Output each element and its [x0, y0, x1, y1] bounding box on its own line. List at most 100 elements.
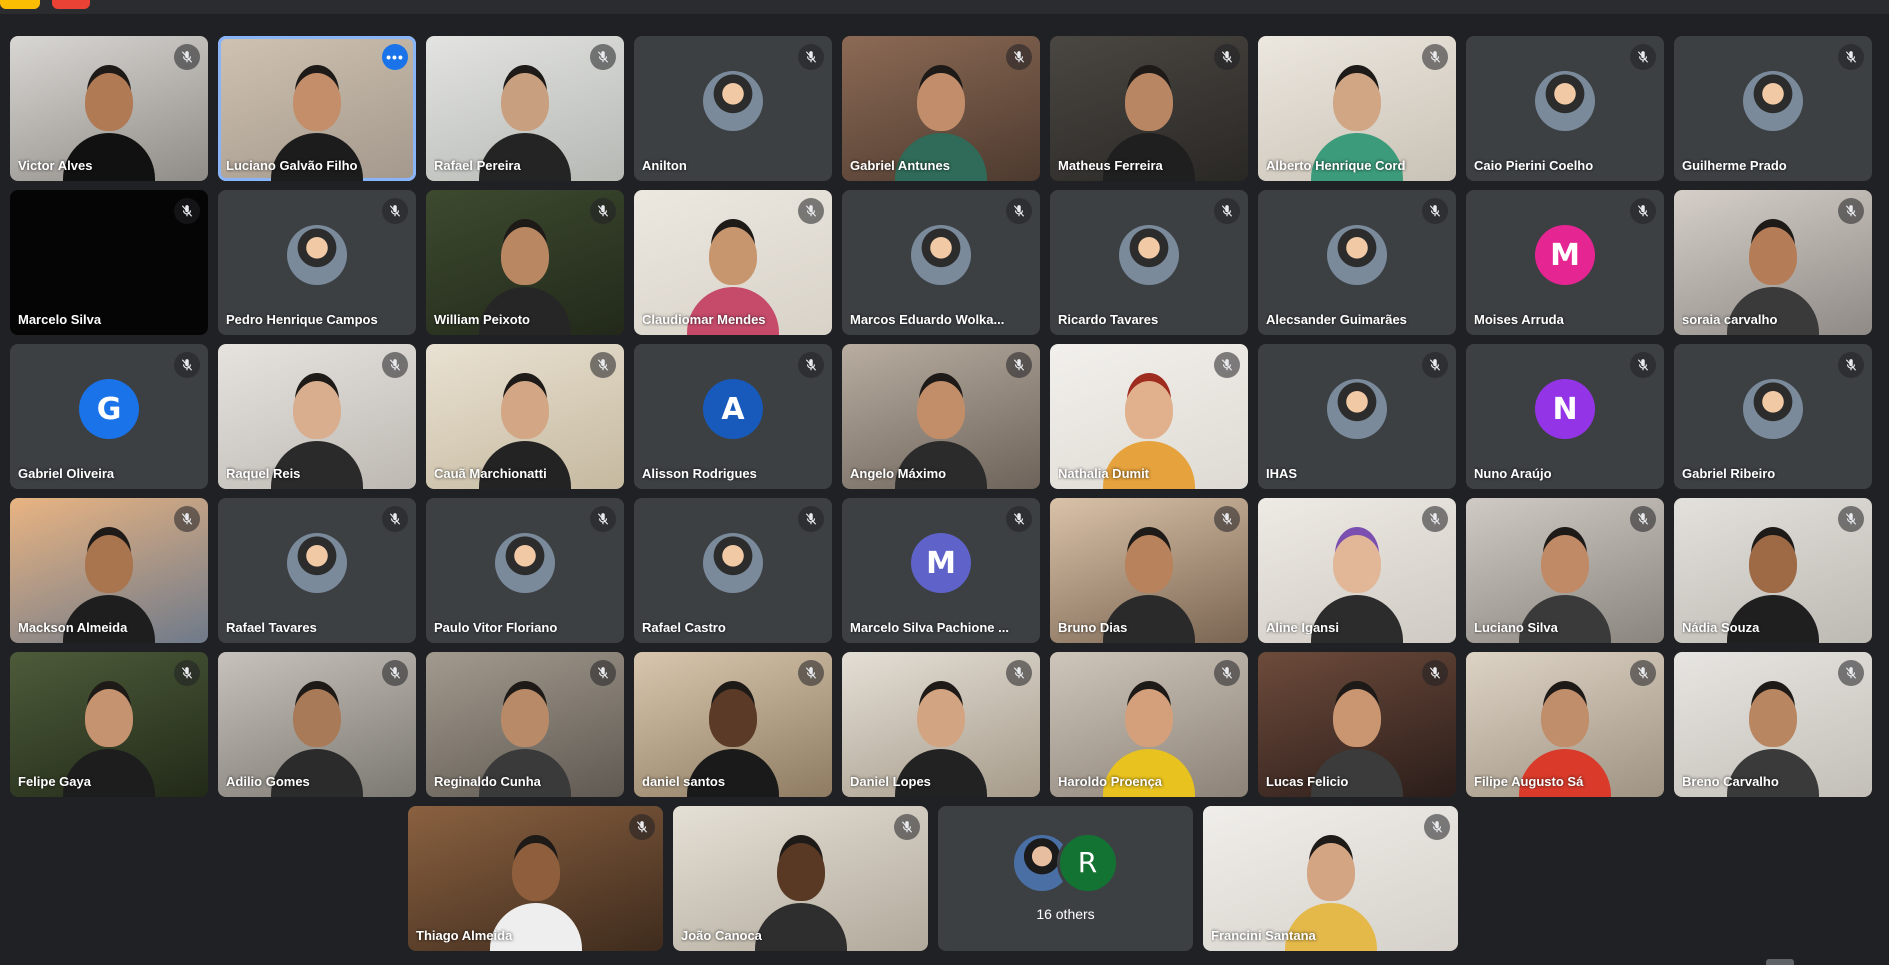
- participant-tile[interactable]: Victor Alves: [10, 36, 208, 181]
- participant-tile[interactable]: Gabriel Antunes: [842, 36, 1040, 181]
- others-avatar-group: R: [1010, 832, 1121, 894]
- mic-off-icon: [1424, 814, 1450, 840]
- participant-tile[interactable]: Raquel Reis: [218, 344, 416, 489]
- participant-tile[interactable]: Rafael Pereira: [426, 36, 624, 181]
- participant-tile[interactable]: Guilherme Prado: [1674, 36, 1872, 181]
- participant-tile[interactable]: Francini Santana: [1203, 806, 1458, 951]
- participant-tile[interactable]: IHAS: [1258, 344, 1456, 489]
- participant-tile[interactable]: Felipe Gaya: [10, 652, 208, 797]
- participant-tile[interactable]: Reginaldo Cunha: [426, 652, 624, 797]
- participant-tile[interactable]: Marcos Eduardo Wolka...: [842, 190, 1040, 335]
- participant-name: Paulo Vitor Floriano: [434, 620, 558, 635]
- participant-name: Aline Igansi: [1266, 620, 1339, 635]
- participant-name: Alberto Henrique Cord: [1266, 158, 1406, 173]
- participant-tile[interactable]: G Gabriel Oliveira: [10, 344, 208, 489]
- participant-row: Felipe Gaya Adilio Gomes Reginaldo Cunha da…: [10, 652, 1872, 797]
- participant-tile[interactable]: Angelo Máximo: [842, 344, 1040, 489]
- participant-tile[interactable]: ••• Luciano Galvão Filho: [218, 36, 416, 181]
- participant-tile[interactable]: Ricardo Tavares: [1050, 190, 1248, 335]
- participant-tile[interactable]: Breno Carvalho: [1674, 652, 1872, 797]
- participant-name: Thiago Almeida: [416, 928, 513, 943]
- participant-tile[interactable]: Paulo Vitor Floriano: [426, 498, 624, 643]
- participant-name: Marcelo Silva Pachione ...: [850, 620, 1009, 635]
- participant-tile[interactable]: Rafael Castro: [634, 498, 832, 643]
- participant-name: Luciano Silva: [1474, 620, 1558, 635]
- participant-tile[interactable]: Alberto Henrique Cord: [1258, 36, 1456, 181]
- participant-name: Nuno Araújo: [1474, 466, 1552, 481]
- participant-name: daniel santos: [642, 774, 726, 789]
- participant-tile[interactable]: soraia carvalho: [1674, 190, 1872, 335]
- participant-tile[interactable]: Filipe Augusto Sá: [1466, 652, 1664, 797]
- mic-off-icon: [382, 506, 408, 532]
- participant-tile[interactable]: daniel santos: [634, 652, 832, 797]
- participant-tile[interactable]: Pedro Henrique Campos: [218, 190, 416, 335]
- mic-off-icon: [1422, 198, 1448, 224]
- mic-off-icon: [174, 198, 200, 224]
- participant-tile[interactable]: Daniel Lopes: [842, 652, 1040, 797]
- avatar: [1119, 225, 1179, 286]
- participant-tile[interactable]: M Moises Arruda: [1466, 190, 1664, 335]
- mic-off-icon: [1630, 660, 1656, 686]
- scroll-handle[interactable]: [1766, 959, 1794, 965]
- participant-name: Gabriel Antunes: [850, 158, 950, 173]
- avatar: [1535, 71, 1595, 132]
- avatar-letter: A: [703, 379, 763, 440]
- participant-name: Breno Carvalho: [1682, 774, 1779, 789]
- participant-tile[interactable]: Anilton: [634, 36, 832, 181]
- mic-off-icon: [1838, 352, 1864, 378]
- participant-tile[interactable]: Marcelo Silva: [10, 190, 208, 335]
- participant-tile[interactable]: Bruno Dias: [1050, 498, 1248, 643]
- participant-tile[interactable]: William Peixoto: [426, 190, 624, 335]
- mic-off-icon: [1006, 352, 1032, 378]
- participant-tile[interactable]: João Canoca: [673, 806, 928, 951]
- participant-tile[interactable]: N Nuno Araújo: [1466, 344, 1664, 489]
- mic-off-icon: [1214, 44, 1240, 70]
- participant-tile[interactable]: Nádia Souza: [1674, 498, 1872, 643]
- participant-tile[interactable]: Lucas Felicio: [1258, 652, 1456, 797]
- participant-name: Raquel Reis: [226, 466, 301, 481]
- participant-tile[interactable]: Luciano Silva: [1466, 498, 1664, 643]
- participant-row: Mackson Almeida Rafael Tavares Paulo Vitor…: [10, 498, 1872, 643]
- participant-tile[interactable]: Aline Igansi: [1258, 498, 1456, 643]
- avatar: [1743, 379, 1803, 440]
- participant-tile[interactable]: Claudiomar Mendes: [634, 190, 832, 335]
- participant-tile[interactable]: Rafael Tavares: [218, 498, 416, 643]
- status-pill-red: [52, 0, 90, 9]
- mic-off-icon: [798, 506, 824, 532]
- mic-off-icon: [1422, 506, 1448, 532]
- mic-off-icon: [174, 660, 200, 686]
- others-tile[interactable]: R 16 others: [938, 806, 1193, 951]
- participant-row: Thiago Almeida João Canoca R 16 others Franc…: [408, 806, 1458, 951]
- participant-tile[interactable]: Mackson Almeida: [10, 498, 208, 643]
- participant-tile[interactable]: Cauã Marchionatti: [426, 344, 624, 489]
- participant-tile[interactable]: A Alisson Rodrigues: [634, 344, 832, 489]
- participant-name: Marcos Eduardo Wolka...: [850, 312, 1005, 327]
- more-options-icon[interactable]: •••: [382, 44, 408, 70]
- mic-off-icon: [798, 44, 824, 70]
- avatar-letter: M: [911, 533, 971, 594]
- participant-tile[interactable]: Thiago Almeida: [408, 806, 663, 951]
- participant-tile[interactable]: Alecsander Guimarães: [1258, 190, 1456, 335]
- participant-tile[interactable]: M Marcelo Silva Pachione ...: [842, 498, 1040, 643]
- participant-name: Felipe Gaya: [18, 774, 91, 789]
- participant-name: Angelo Máximo: [850, 466, 947, 481]
- participant-tile[interactable]: Nathalia Dumit: [1050, 344, 1248, 489]
- participant-tile[interactable]: Adilio Gomes: [218, 652, 416, 797]
- mic-off-icon: [590, 506, 616, 532]
- mic-off-icon: [798, 198, 824, 224]
- participant-tile[interactable]: Gabriel Ribeiro: [1674, 344, 1872, 489]
- participant-tile[interactable]: Caio Pierini Coelho: [1466, 36, 1664, 181]
- avatar: [911, 225, 971, 286]
- participant-name: IHAS: [1266, 466, 1298, 481]
- mic-off-icon: [798, 352, 824, 378]
- participant-name: Francini Santana: [1211, 928, 1316, 943]
- mic-off-icon: [1838, 660, 1864, 686]
- participant-name: Daniel Lopes: [850, 774, 931, 789]
- mic-off-icon: [1422, 660, 1448, 686]
- participant-name: Nádia Souza: [1682, 620, 1760, 635]
- participant-name: Victor Alves: [18, 158, 93, 173]
- participant-name: Filipe Augusto Sá: [1474, 774, 1584, 789]
- participant-tile[interactable]: Matheus Ferreira: [1050, 36, 1248, 181]
- participant-tile[interactable]: Haroldo Proença: [1050, 652, 1248, 797]
- mic-off-icon: [382, 198, 408, 224]
